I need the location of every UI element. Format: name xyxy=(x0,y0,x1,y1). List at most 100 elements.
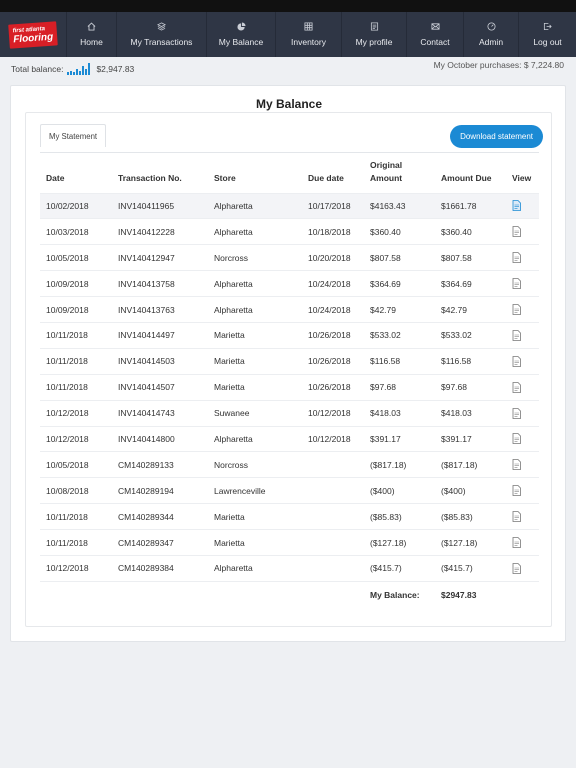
view-document-icon[interactable] xyxy=(506,192,539,219)
table-row[interactable]: 10/09/2018 INV140413763 Alpharetta 10/24/20… xyxy=(40,296,539,323)
cell-empty xyxy=(112,580,208,608)
table-row[interactable]: 10/05/2018 CM140289133 Norcross ($817.18) ($… xyxy=(40,451,539,478)
layers-icon xyxy=(157,22,166,31)
cell-empty xyxy=(302,580,364,608)
view-document-icon[interactable] xyxy=(506,321,539,349)
total-label: My Balance: xyxy=(364,580,435,608)
col-date: Date xyxy=(46,172,65,183)
status-bar xyxy=(0,0,576,12)
nav-contact[interactable]: Contact xyxy=(407,12,464,57)
cell-orig: $391.17 xyxy=(364,425,435,452)
view-document-icon[interactable] xyxy=(506,425,539,452)
cell-due xyxy=(302,477,364,504)
nav-my-profile[interactable]: My profile xyxy=(342,12,407,57)
tab-divider xyxy=(40,152,539,153)
cell-orig: $360.40 xyxy=(364,218,435,245)
cell-date: 10/11/2018 xyxy=(40,321,112,349)
cell-date: 10/09/2018 xyxy=(40,270,112,297)
cell-amount-due: $418.03 xyxy=(435,399,506,427)
view-document-icon[interactable] xyxy=(506,477,539,504)
cell-amount-due: ($400) xyxy=(435,477,506,504)
cell-empty xyxy=(506,580,539,608)
cell-due: 10/17/2018 xyxy=(302,192,364,219)
table-row[interactable]: 10/08/2018 CM140289194 Lawrenceville ($400)… xyxy=(40,477,539,504)
cell-amount-due: $364.69 xyxy=(435,270,506,297)
total-value: $2947.83 xyxy=(435,580,506,608)
cell-due: 10/26/2018 xyxy=(302,347,364,375)
col-amount-due: Amount Due xyxy=(441,172,492,183)
view-document-icon[interactable] xyxy=(506,347,539,375)
cell-due: 10/24/2018 xyxy=(302,296,364,323)
cell-store: Marietta xyxy=(208,347,302,375)
table-row[interactable]: 10/11/2018 INV140414507 Marietta 10/26/2018… xyxy=(40,373,539,401)
cell-due xyxy=(302,529,364,556)
cell-txn: INV140411965 xyxy=(112,192,208,219)
view-document-icon[interactable] xyxy=(506,451,539,478)
cell-date: 10/02/2018 xyxy=(40,192,112,219)
cell-amount-due: $1661.78 xyxy=(435,192,506,219)
table-row[interactable]: 10/05/2018 INV140412947 Norcross 10/20/2018… xyxy=(40,244,539,271)
nav-inventory[interactable]: Inventory xyxy=(276,12,342,57)
cell-date: 10/05/2018 xyxy=(40,244,112,271)
table-row[interactable]: 10/12/2018 INV140414800 Alpharetta 10/12/20… xyxy=(40,425,539,452)
cell-orig: $364.69 xyxy=(364,270,435,297)
statement-card: My Statement Download statement Date Tra… xyxy=(25,112,552,627)
table-row[interactable]: 10/09/2018 INV140413758 Alpharetta 10/24/20… xyxy=(40,270,539,297)
table-row[interactable]: 10/11/2018 CM140289344 Marietta ($85.83) ($8… xyxy=(40,503,539,530)
cell-store: Alpharetta xyxy=(208,554,302,582)
view-document-icon[interactable] xyxy=(506,244,539,271)
gauge-icon xyxy=(486,22,496,31)
table-row[interactable]: 10/11/2018 INV140414503 Marietta 10/26/2018… xyxy=(40,347,539,375)
view-document-icon[interactable] xyxy=(506,529,539,556)
cell-date: 10/11/2018 xyxy=(40,373,112,401)
view-document-icon[interactable] xyxy=(506,399,539,427)
nav-my-transactions[interactable]: My Transactions xyxy=(117,12,207,57)
table-row[interactable]: 10/02/2018 INV140411965 Alpharetta 10/17/20… xyxy=(40,192,539,219)
cell-orig: $807.58 xyxy=(364,244,435,271)
table-row[interactable]: 10/03/2018 INV140412228 Alpharetta 10/18/20… xyxy=(40,218,539,245)
cell-orig: $116.58 xyxy=(364,347,435,375)
cell-amount-due: $42.79 xyxy=(435,296,506,323)
cell-date: 10/11/2018 xyxy=(40,503,112,530)
nav-admin[interactable]: Admin xyxy=(464,12,519,57)
cell-date: 10/12/2018 xyxy=(40,399,112,427)
table-row[interactable]: 10/11/2018 INV140414497 Marietta 10/26/2018… xyxy=(40,321,539,349)
view-document-icon[interactable] xyxy=(506,270,539,297)
cell-date: 10/09/2018 xyxy=(40,296,112,323)
tab-my-statement[interactable]: My Statement xyxy=(40,124,107,147)
logo-badge: first atlanta Flooring xyxy=(8,20,58,49)
view-document-icon[interactable] xyxy=(506,296,539,323)
cell-empty xyxy=(40,580,112,608)
cell-date: 10/11/2018 xyxy=(40,529,112,556)
view-document-icon[interactable] xyxy=(506,373,539,401)
cell-txn: INV140413758 xyxy=(112,270,208,297)
cell-txn: CM140289347 xyxy=(112,529,208,556)
nav-log-out[interactable]: Log out xyxy=(519,12,576,57)
brand-logo[interactable]: first atlanta Flooring xyxy=(0,12,67,57)
cell-date: 10/12/2018 xyxy=(40,425,112,452)
nav-home[interactable]: Home xyxy=(67,12,117,57)
envelope-icon xyxy=(430,23,440,30)
cell-due xyxy=(302,503,364,530)
view-document-icon[interactable] xyxy=(506,554,539,582)
table-row[interactable]: 10/11/2018 CM140289347 Marietta ($127.18) ($… xyxy=(40,529,539,556)
cell-store: Marietta xyxy=(208,373,302,401)
cell-txn: CM140289384 xyxy=(112,554,208,582)
cell-due: 10/18/2018 xyxy=(302,218,364,245)
cell-store: Alpharetta xyxy=(208,296,302,323)
cell-txn: INV140412228 xyxy=(112,218,208,245)
view-document-icon[interactable] xyxy=(506,218,539,245)
cell-date: 10/05/2018 xyxy=(40,451,112,478)
cell-txn: INV140414497 xyxy=(112,321,208,349)
nav-my-balance[interactable]: My Balance xyxy=(207,12,276,57)
cell-txn: INV140412947 xyxy=(112,244,208,271)
table-row[interactable]: 10/12/2018 INV140414743 Suwanee 10/12/2018 $… xyxy=(40,399,539,427)
cell-store: Norcross xyxy=(208,244,302,271)
download-statement-button[interactable]: Download statement xyxy=(450,125,543,148)
table-row[interactable]: 10/12/2018 CM140289384 Alpharetta ($415.7)(… xyxy=(40,554,539,582)
cell-due: 10/20/2018 xyxy=(302,244,364,271)
cell-due: 10/12/2018 xyxy=(302,399,364,427)
total-balance-label: Total balance: xyxy=(11,64,64,74)
view-document-icon[interactable] xyxy=(506,503,539,530)
cell-store: Marietta xyxy=(208,529,302,556)
